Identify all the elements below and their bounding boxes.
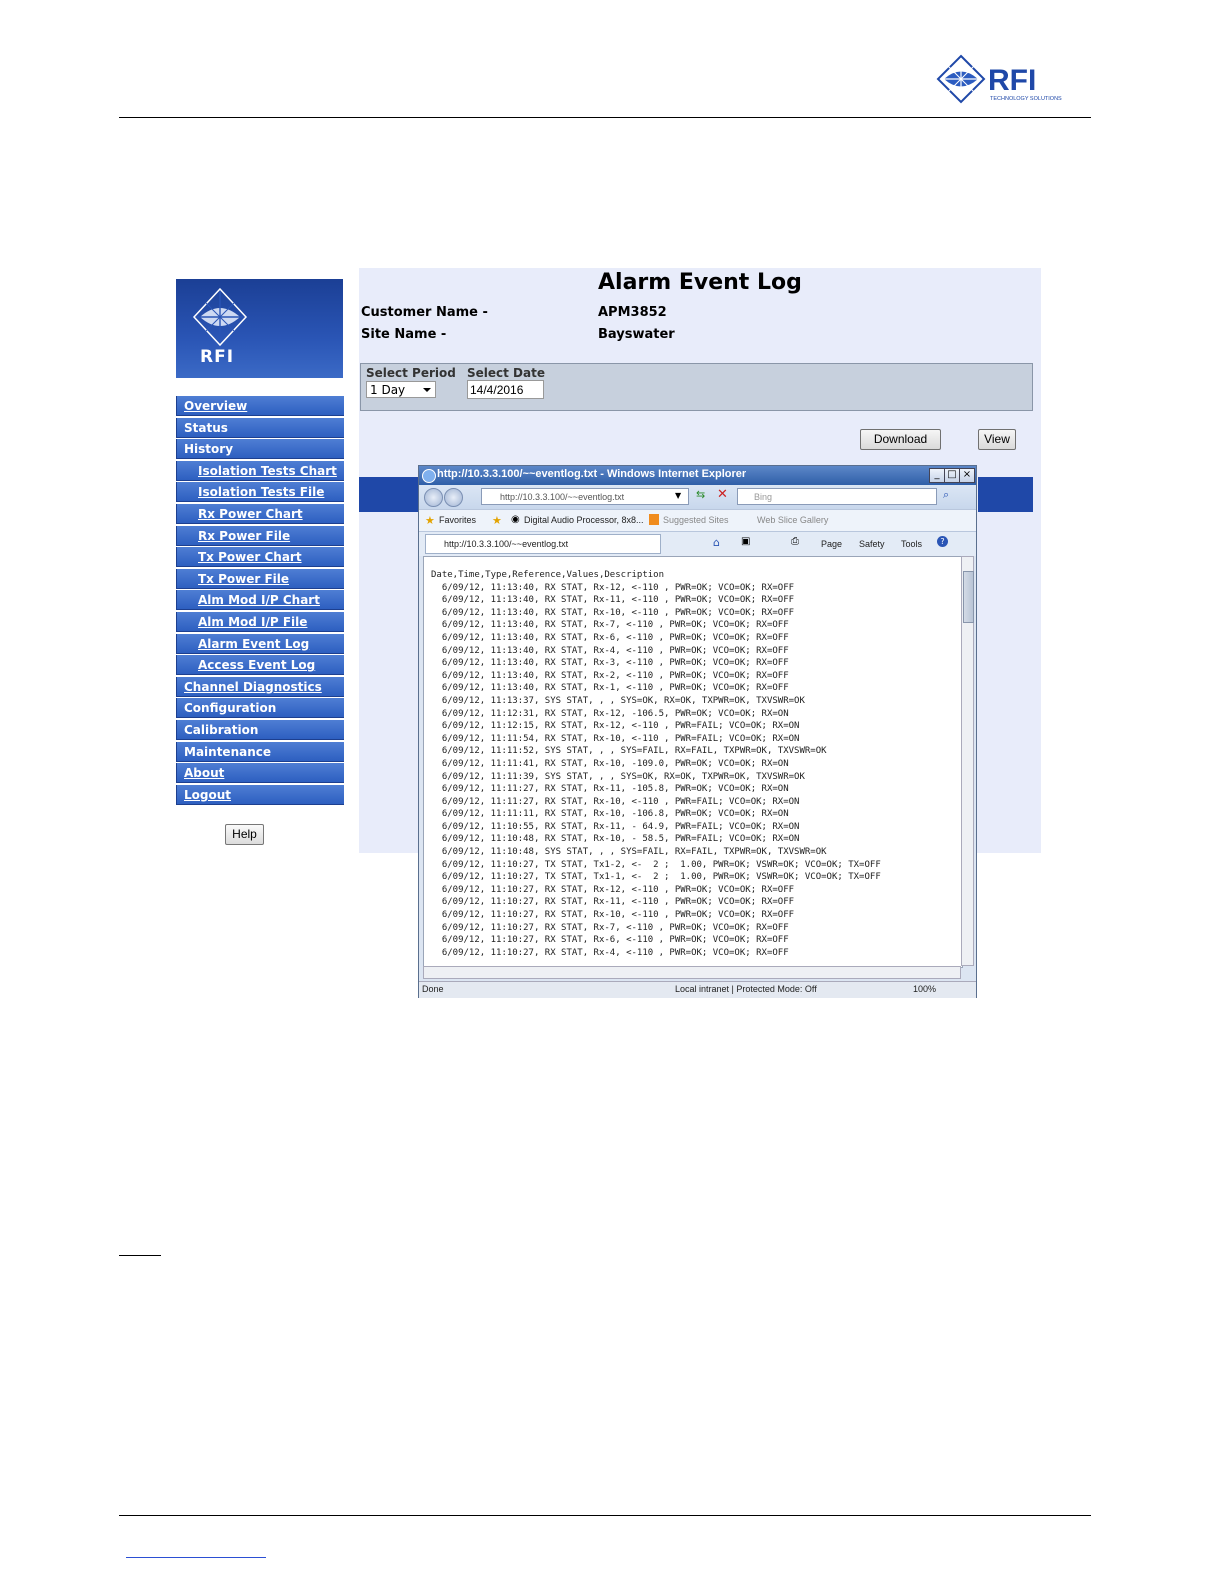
sidebar-item-maintenance[interactable]: Maintenance [176, 741, 344, 762]
footer-link-underline [126, 1557, 266, 1558]
security-zone: Local intranet | Protected Mode: Off [675, 984, 817, 994]
favorite-link-audio-processor[interactable]: Digital Audio Processor, 8x8... [524, 515, 644, 525]
select-date-label: Select Date [467, 366, 545, 380]
customer-name-value: APM3852 [598, 305, 667, 320]
favorites-button[interactable]: Favorites [439, 515, 476, 525]
header-divider [119, 117, 1091, 118]
sidebar-item-channel-diagnostics[interactable]: Channel Diagnostics [176, 676, 344, 697]
sidebar-item-status[interactable]: Status [176, 417, 344, 438]
sidebar-item-alarm-event-log[interactable]: Alarm Event Log [176, 633, 344, 654]
sidebar-item-alm-mod-file[interactable]: Alm Mod I/P File [176, 611, 344, 632]
sidebar-item-rx-power-chart[interactable]: Rx Power Chart [176, 503, 344, 524]
sidebar-item-calibration[interactable]: Calibration [176, 719, 344, 740]
feeds-icon[interactable]: ▣ [741, 536, 750, 547]
brand-tagline: TECHNOLOGY SOLUTIONS [990, 96, 1062, 102]
sidebar-nav: Overview Status History Isolation Tests … [176, 396, 344, 806]
add-favorite-icon[interactable]: ★ [492, 514, 502, 527]
eye-icon: ◉ [511, 514, 520, 525]
date-input[interactable]: 14/4/2016 [467, 380, 544, 399]
scrollbar-thumb[interactable] [963, 571, 974, 623]
home-icon[interactable]: ⌂ [713, 536, 720, 549]
ie-tab-bar: http://10.3.3.100/~~eventlog.txt ⌂ ▣ ⎙ P… [419, 531, 976, 556]
stop-icon[interactable]: ✕ [717, 487, 728, 502]
horizontal-scrollbar[interactable] [423, 966, 961, 979]
tools-menu[interactable]: Tools [901, 539, 922, 549]
refresh-icon[interactable]: ⇆ [696, 488, 705, 501]
ie-favorites-bar: ★ Favorites ★ ◉ Digital Audio Processor,… [419, 509, 976, 532]
vertical-scrollbar[interactable] [961, 556, 974, 966]
ie-logo-icon [422, 469, 436, 483]
sidebar-item-tx-power-file[interactable]: Tx Power File [176, 568, 344, 589]
sidebar-item-alm-mod-chart[interactable]: Alm Mod I/P Chart [176, 590, 344, 611]
sidebar-item-overview[interactable]: Overview [176, 396, 344, 416]
sidebar-item-about[interactable]: About [176, 763, 344, 784]
print-icon[interactable]: ⎙ [791, 536, 799, 547]
sidebar-item-rx-power-file[interactable]: Rx Power File [176, 525, 344, 546]
view-button[interactable]: View [978, 429, 1016, 450]
favorite-link-web-slice-gallery[interactable]: Web Slice Gallery [757, 515, 828, 525]
rfi-brand-logo: RFI TECHNOLOGY SOLUTIONS [936, 54, 1062, 104]
forward-icon[interactable] [444, 488, 463, 507]
ie-tab[interactable]: http://10.3.3.100/~~eventlog.txt [425, 534, 661, 554]
brand-name: RFI [988, 64, 1036, 97]
chevron-down-icon [423, 388, 431, 392]
sidebar-item-isolation-tests-chart[interactable]: Isolation Tests Chart [176, 460, 344, 481]
safety-menu[interactable]: Safety [859, 539, 885, 549]
note-underline [119, 1255, 161, 1256]
event-log-text: Date,Time,Type,Reference,Values,Descript… [431, 570, 881, 958]
minimize-icon[interactable]: _ [929, 468, 945, 483]
suggested-sites-icon [649, 514, 659, 525]
sidebar-item-isolation-tests-file[interactable]: Isolation Tests File [176, 482, 344, 503]
sidebar-logo: RFI [176, 279, 343, 378]
sidebar-item-configuration[interactable]: Configuration [176, 698, 344, 719]
download-button[interactable]: Download [860, 429, 941, 450]
select-period-label: Select Period [366, 366, 456, 380]
back-icon[interactable] [424, 488, 443, 507]
sidebar-item-history[interactable]: History [176, 439, 344, 460]
customer-name-label: Customer Name - [361, 305, 488, 320]
help-icon[interactable]: ? [937, 536, 948, 547]
page-menu[interactable]: Page [821, 539, 842, 549]
ie-search-box[interactable]: Bing [737, 488, 937, 505]
ie-navigation-bar: http://10.3.3.100/~~eventlog.txt ▼ ⇆ ✕ B… [419, 485, 976, 509]
ie-address-bar[interactable]: http://10.3.3.100/~~eventlog.txt [481, 488, 689, 505]
maximize-icon[interactable]: □ [944, 468, 960, 483]
ie-content-area: Date,Time,Type,Reference,Values,Descript… [423, 556, 963, 968]
filter-panel [360, 363, 1033, 411]
log-header-band-left [359, 477, 419, 512]
search-icon[interactable]: ⌕ [943, 488, 949, 502]
ie-popup-window: http://10.3.3.100/~~eventlog.txt - Windo… [418, 465, 977, 998]
sidebar-logo-text: RFI [200, 347, 235, 367]
favorites-star-icon: ★ [425, 514, 435, 527]
sidebar-item-access-event-log[interactable]: Access Event Log [176, 655, 344, 676]
status-text: Done [422, 984, 444, 994]
site-name-value: Bayswater [598, 327, 675, 342]
help-button[interactable]: Help [225, 824, 264, 845]
favorite-link-suggested-sites[interactable]: Suggested Sites [663, 515, 729, 525]
zoom-level[interactable]: 100% [913, 984, 936, 994]
log-header-band-right [978, 477, 1033, 512]
period-select-value: 1 Day [370, 383, 406, 397]
ie-window-title: http://10.3.3.100/~~eventlog.txt - Windo… [437, 468, 747, 480]
rfi-logo-icon [192, 287, 248, 347]
page-title: Alarm Event Log [598, 270, 802, 295]
ie-titlebar: http://10.3.3.100/~~eventlog.txt - Windo… [419, 466, 976, 485]
address-dropdown-icon[interactable]: ▼ [675, 491, 681, 500]
period-select[interactable]: 1 Day [366, 381, 436, 398]
ie-status-bar: Done Local intranet | Protected Mode: Of… [419, 981, 976, 998]
footer-divider [119, 1515, 1091, 1516]
sidebar-item-logout[interactable]: Logout [176, 784, 344, 805]
sidebar-item-tx-power-chart[interactable]: Tx Power Chart [176, 547, 344, 568]
site-name-label: Site Name - [361, 327, 447, 342]
close-icon[interactable]: × [959, 468, 975, 483]
